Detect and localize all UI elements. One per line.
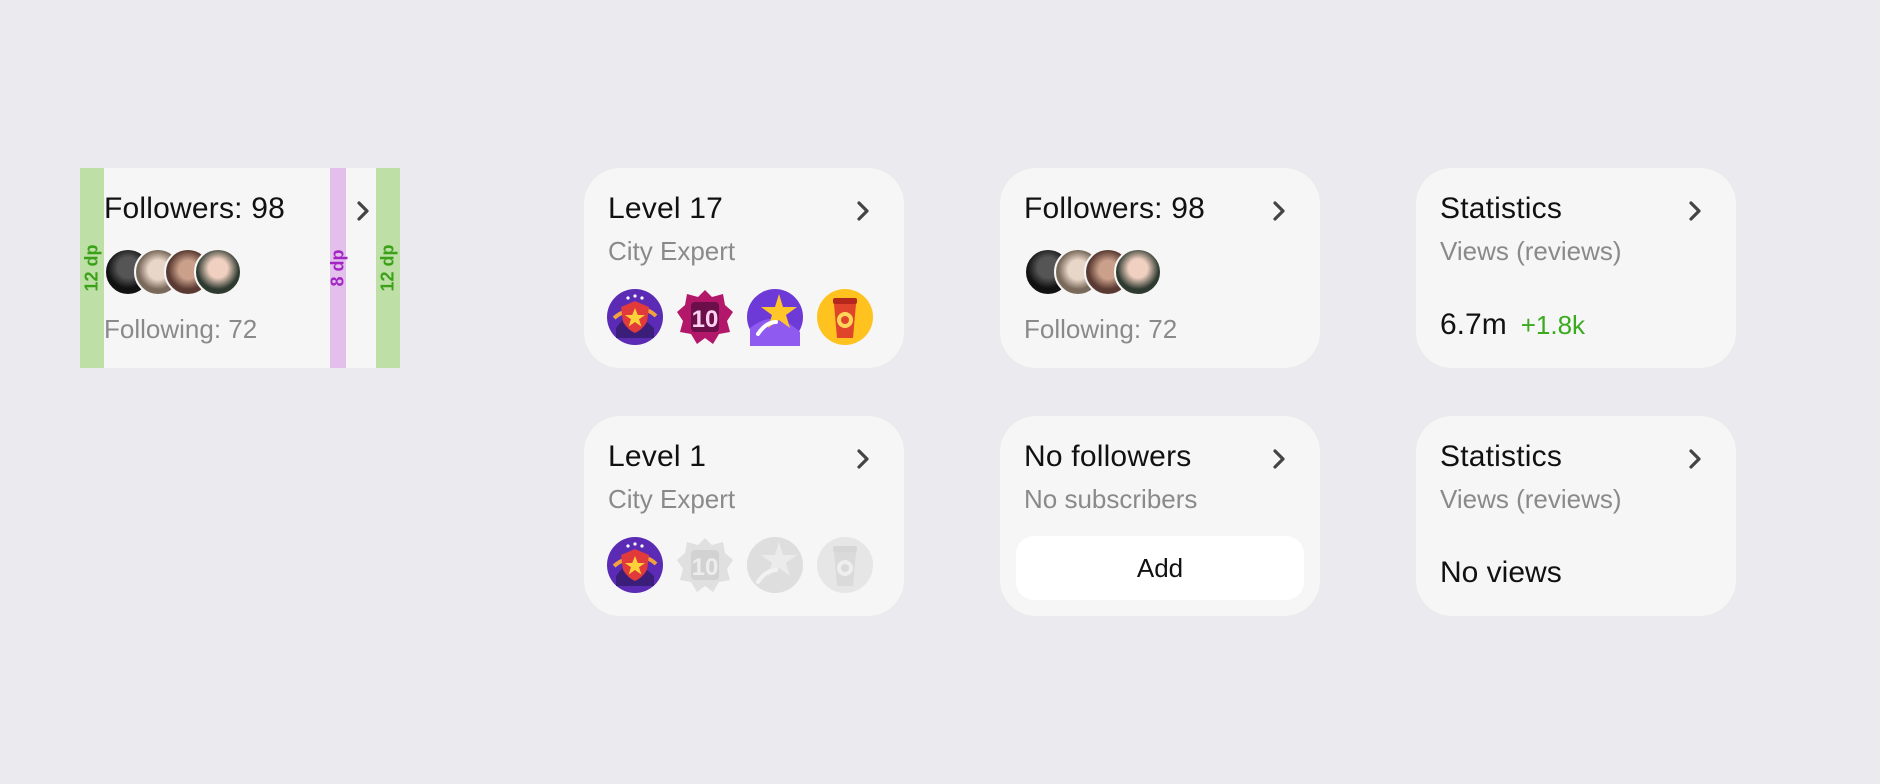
number-10-badge-icon: 10 xyxy=(676,288,734,346)
chevron-right-icon xyxy=(1682,198,1708,224)
stat-row: 6.7m +1.8k xyxy=(1440,308,1585,342)
right-padding-label: 12 dp xyxy=(377,244,398,292)
views-value: 6.7m xyxy=(1440,308,1507,341)
card-subtitle: City Expert xyxy=(608,236,736,266)
spec-following: Following: 72 xyxy=(104,314,258,344)
chevron-right-icon xyxy=(1266,446,1292,472)
card-subtitle: Views (reviews) xyxy=(1440,236,1622,266)
number-10-badge-icon: 10 xyxy=(676,536,734,594)
card-subtitle: City Expert xyxy=(608,484,736,514)
chevron-right-icon xyxy=(850,446,876,472)
card-title: Followers: 98 xyxy=(1024,192,1206,225)
card-title: Level 1 xyxy=(608,440,707,473)
left-padding-label: 12 dp xyxy=(81,244,102,292)
chevron-right-icon xyxy=(850,198,876,224)
statistics-card[interactable]: Statistics Views (reviews) 6.7m +1.8k xyxy=(1416,168,1736,368)
chevron-right-icon xyxy=(350,198,376,224)
spec-title: Followers: 98 xyxy=(104,192,286,225)
add-button[interactable]: Add xyxy=(1016,536,1304,600)
gap-marker: 8 dp xyxy=(327,168,348,368)
shield-star-badge-icon xyxy=(606,288,664,346)
no-followers-card[interactable]: No followers No subscribers Add xyxy=(1000,416,1320,616)
left-padding-marker: 12 dp xyxy=(80,168,104,368)
chevron-right-icon xyxy=(1682,446,1708,472)
coffee-cup-badge-icon xyxy=(816,536,874,594)
chevron-right-icon xyxy=(1266,198,1292,224)
svg-text:10: 10 xyxy=(692,554,719,581)
coffee-cup-badge-icon xyxy=(816,288,874,346)
spec-annotation: 12 dp Followers: 98 Following: 72 8 dp 1… xyxy=(80,168,400,368)
level-card[interactable]: Level 1 City Expert 10 xyxy=(584,416,904,616)
following-count: Following: 72 xyxy=(1024,314,1178,344)
avatar xyxy=(194,248,242,296)
right-padding-marker: 12 dp xyxy=(376,168,400,368)
card-title: Statistics xyxy=(1440,192,1563,225)
no-views-text: No views xyxy=(1440,556,1562,589)
shield-star-badge-icon xyxy=(606,536,664,594)
level-card[interactable]: Level 17 City Expert 10 xyxy=(584,168,904,368)
svg-text:10: 10 xyxy=(692,306,719,333)
star-badge-icon xyxy=(746,288,804,346)
card-title: Level 17 xyxy=(608,192,724,225)
card-title: No followers xyxy=(1024,440,1192,473)
views-delta: +1.8k xyxy=(1520,310,1586,340)
card-subtitle: Views (reviews) xyxy=(1440,484,1622,514)
card-title: Statistics xyxy=(1440,440,1563,473)
gap-label: 8 dp xyxy=(327,249,348,287)
statistics-card[interactable]: Statistics Views (reviews) No views xyxy=(1416,416,1736,616)
card-subtitle: No subscribers xyxy=(1024,484,1198,514)
star-badge-icon xyxy=(746,536,804,594)
followers-card[interactable]: Followers: 98 Following: 72 xyxy=(1000,168,1320,368)
avatar xyxy=(1114,248,1162,296)
